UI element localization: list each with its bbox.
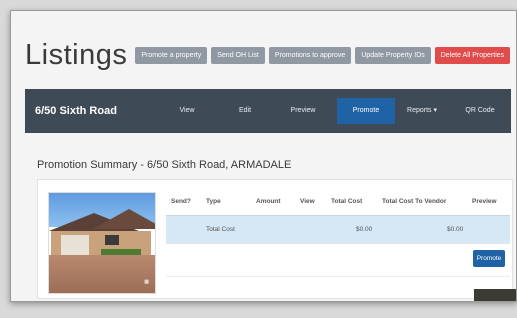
property-name: 6/50 Sixth Road [35,105,117,117]
page-header: Listings Promote a property Send OH List… [25,35,514,75]
agency-logo-icon: ▦ [144,279,149,285]
col-amount: Amount [256,198,281,205]
col-total-cost: Total Cost [331,198,363,205]
promotion-summary-title: Promotion Summary - 6/50 Sixth Road, ARM… [37,159,292,171]
row-total-cost-to-vendor: $0.00 [447,226,464,233]
table-divider [166,243,510,244]
col-send: Send? [171,198,191,205]
col-view: View [300,198,315,205]
row-type: Total Cost [206,226,235,233]
nav-reports-dropdown[interactable]: Reports ▾ [399,89,445,133]
property-photo: ▦ [48,192,156,294]
page-title: Listings [25,39,128,71]
update-property-ids-button[interactable]: Update Property IDs [355,46,431,64]
col-total-cost-to-vendor: Total Cost To Vendor [382,198,447,205]
nav-qr-code[interactable]: QR Code [457,89,503,133]
promote-button[interactable]: Promote [473,250,505,267]
nav-promote[interactable]: Promote [337,98,395,124]
delete-all-properties-button[interactable]: Delete All Properties [434,46,511,64]
row-total-cost: $0.00 [356,226,373,233]
background-photo [474,289,516,301]
send-oh-list-button[interactable]: Send OH List [211,46,265,64]
app-window: Listings Promote a property Send OH List… [10,10,517,302]
col-preview: Preview [472,198,497,205]
nav-preview[interactable]: Preview [281,89,325,133]
nav-edit[interactable]: Edit [223,89,267,133]
nav-view[interactable]: View [165,89,209,133]
promote-property-button[interactable]: Promote a property [135,46,208,64]
col-type: Type [206,198,221,205]
promotion-summary-card: ▦ Send? Type Amount View Total Cost Tota… [37,179,513,299]
promotions-to-approve-button[interactable]: Promotions to approve [268,46,352,64]
property-navbar: 6/50 Sixth Road View Edit Preview Promot… [25,89,511,133]
table-divider [166,276,510,277]
